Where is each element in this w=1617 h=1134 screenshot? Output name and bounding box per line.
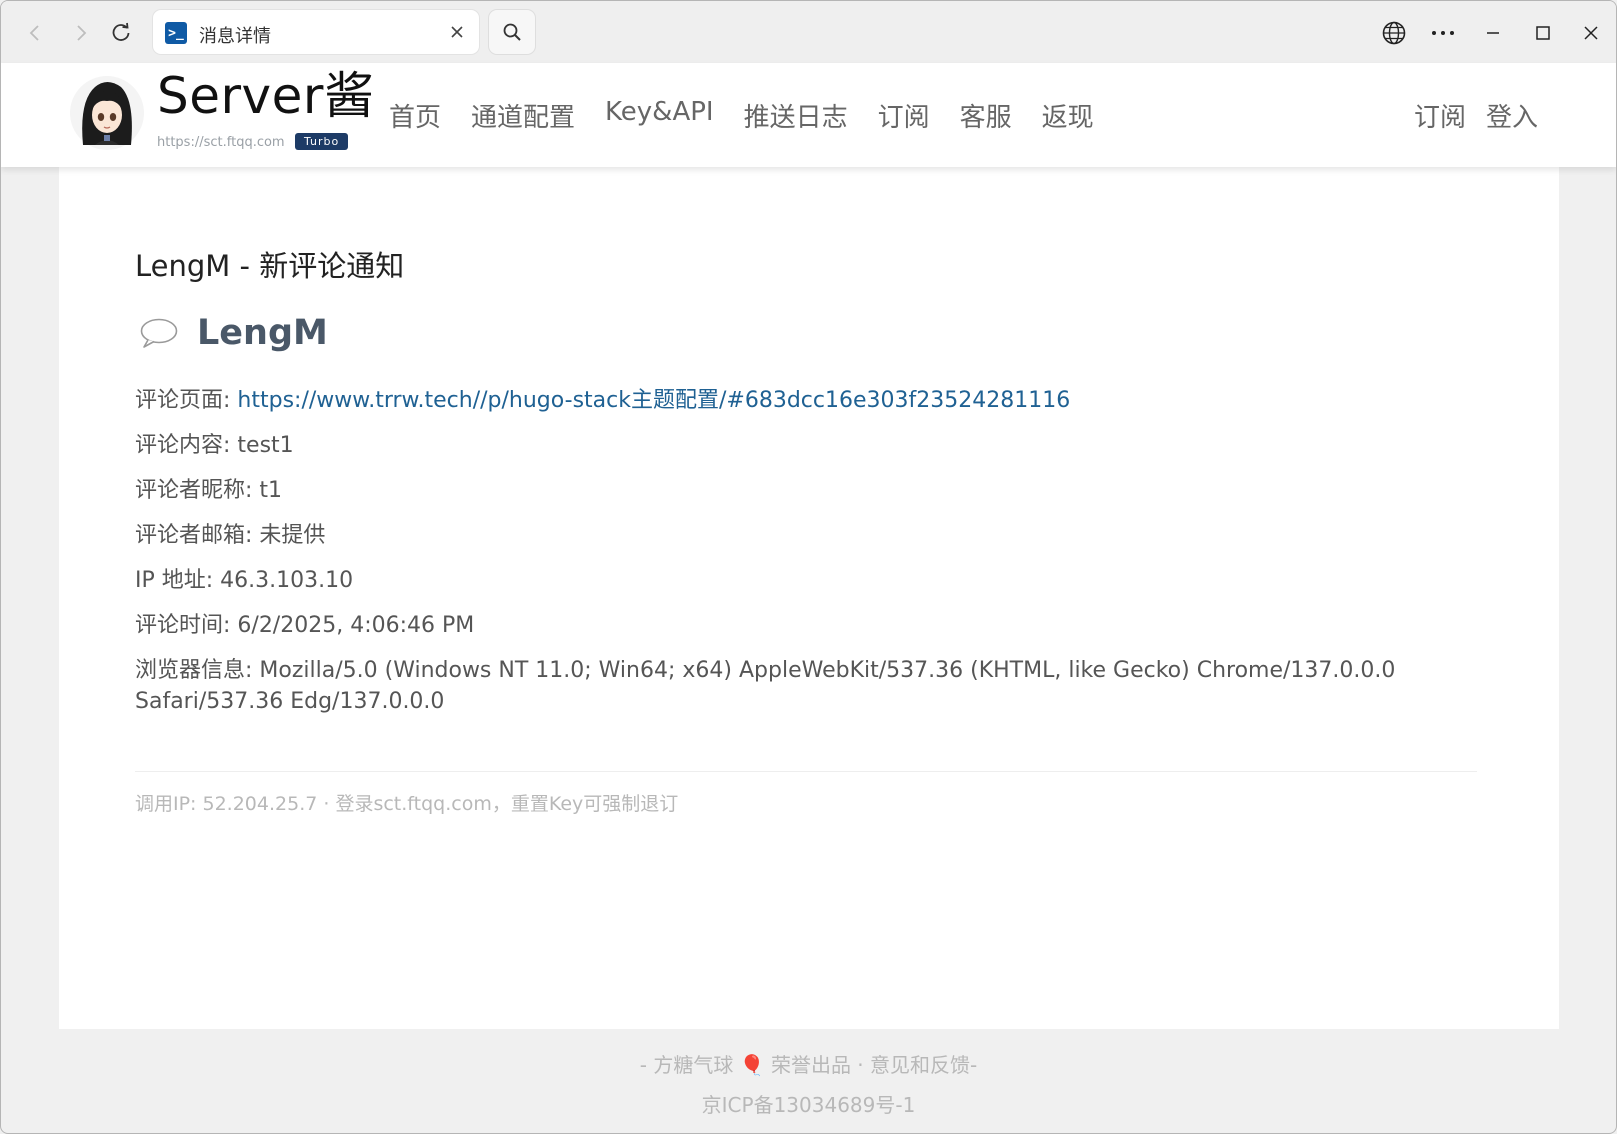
field-nickname: 评论者昵称: t1 (135, 478, 283, 503)
footer-suffix[interactable]: 荣誉出品 · 意见和反馈- (765, 1053, 977, 1077)
author-name: LengM (197, 313, 328, 353)
icp-record[interactable]: 京ICP备13034689号-1 (1, 1089, 1616, 1118)
close-icon (451, 26, 463, 38)
site-logo-url: https://sct.ftqq.com (157, 135, 285, 150)
page-footer: - 方糖气球 🎈 荣誉出品 · 意见和反馈- (1, 1049, 1616, 1078)
chevron-right-icon (77, 25, 87, 41)
site-logo-title[interactable]: Server酱 (157, 69, 374, 124)
call-ip-footnote: 调用IP: 52.204.25.7 · 登录sct.ftqq.com，重置Key… (135, 793, 679, 815)
comment-page-link[interactable]: https://www.trrw.tech//p/hugo-stack主题配置/… (237, 388, 1070, 413)
browser-window: >_ 消息详情 Server酱 https://sct.ftqq.com Tur… (0, 0, 1617, 1134)
browser-tab[interactable]: >_ 消息详情 (153, 10, 479, 54)
search-icon (503, 23, 521, 41)
back-button[interactable] (17, 15, 53, 51)
turbo-badge: Turbo (295, 133, 349, 150)
minimize-button[interactable] (1473, 15, 1513, 51)
more-dots-icon (1432, 31, 1454, 35)
terminal-icon: >_ (165, 22, 187, 44)
refresh-icon (112, 22, 130, 41)
nav-support[interactable]: 客服 (960, 97, 1012, 134)
anime-girl-avatar-icon (70, 76, 144, 150)
nav-push-log[interactable]: 推送日志 (744, 97, 848, 134)
message-fields: 评论页面: https://www.trrw.tech//p/hugo-stac… (135, 385, 1475, 731)
tab-close-button[interactable] (445, 20, 469, 44)
close-window-button[interactable] (1571, 15, 1611, 51)
forward-button[interactable] (63, 15, 99, 51)
field-time: 评论时间: 6/2/2025, 4:06:46 PM (135, 613, 475, 638)
field-ip: IP 地址: 46.3.103.10 (135, 568, 354, 593)
nav-home[interactable]: 首页 (389, 97, 441, 134)
nav-cashback[interactable]: 返现 (1042, 97, 1094, 134)
author-row: LengM (139, 313, 328, 353)
search-button[interactable] (489, 10, 535, 54)
speech-bubble-icon (140, 318, 178, 348)
right-nav: 订阅 登入 (1414, 97, 1538, 134)
globe-icon (1382, 21, 1406, 45)
more-menu-button[interactable] (1423, 15, 1463, 51)
close-icon (1584, 26, 1598, 40)
browser-toolbar: >_ 消息详情 (1, 1, 1616, 63)
nav-login[interactable]: 登入 (1486, 97, 1538, 134)
site-logo-avatar[interactable] (69, 71, 145, 155)
minimize-icon (1487, 32, 1499, 34)
message-card: LengM - 新评论通知 LengM 评论页面: https://www.tr… (59, 167, 1559, 1029)
maximize-button[interactable] (1523, 15, 1563, 51)
field-comment-content: 评论内容: test1 (135, 433, 294, 458)
tab-title: 消息详情 (199, 26, 271, 47)
maximize-icon (1536, 26, 1550, 40)
nav-channel-config[interactable]: 通道配置 (471, 97, 575, 134)
balloon-icon: 🎈 (739, 1053, 765, 1077)
field-label: 评论页面: (135, 388, 238, 413)
site-header: Server酱 https://sct.ftqq.com Turbo 首页 通道… (1, 63, 1616, 167)
chevron-left-icon (29, 25, 39, 41)
language-button[interactable] (1374, 15, 1414, 51)
field-email: 评论者邮箱: 未提供 (135, 523, 326, 548)
message-title: LengM - 新评论通知 (135, 249, 405, 283)
nav-subscribe[interactable]: 订阅 (878, 97, 930, 134)
field-browser: 浏览器信息: Mozilla/5.0 (Windows NT 11.0; Win… (135, 658, 1396, 714)
footer-prefix[interactable]: - 方糖气球 (640, 1053, 740, 1077)
divider (135, 771, 1477, 772)
nav-key-api[interactable]: Key&API (605, 97, 714, 134)
main-nav: 首页 通道配置 Key&API 推送日志 订阅 客服 返现 (389, 97, 1094, 134)
reload-button[interactable] (103, 15, 139, 51)
nav-right-subscribe[interactable]: 订阅 (1414, 97, 1466, 134)
field-comment-page: 评论页面: https://www.trrw.tech//p/hugo-stac… (135, 385, 1475, 416)
